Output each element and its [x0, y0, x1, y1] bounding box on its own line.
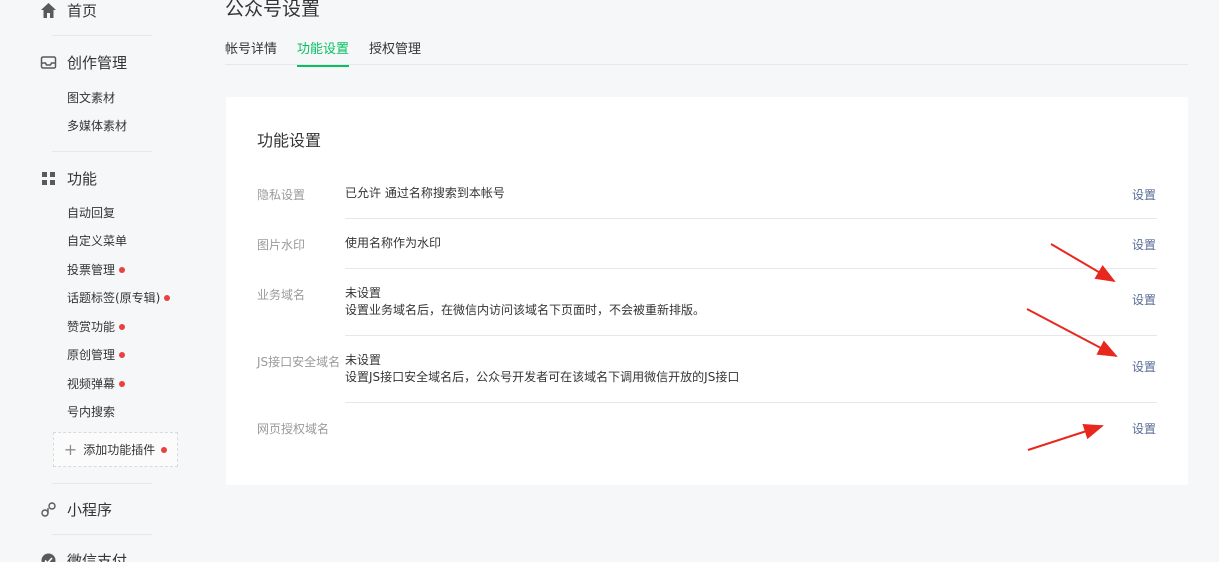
- js-domain-settings-link[interactable]: 设置: [1132, 358, 1156, 375]
- sidebar-divider: [52, 35, 152, 36]
- notification-dot: [164, 294, 171, 301]
- tab-function-settings[interactable]: 功能设置: [297, 38, 350, 67]
- notification-dot: [161, 446, 168, 453]
- notification-dot: [119, 323, 126, 330]
- card-title: 功能设置: [257, 131, 322, 150]
- nav-mini-program-label: 小程序: [67, 501, 113, 519]
- row-label-business-domain: 业务域名: [257, 288, 306, 302]
- watermark-settings-link[interactable]: 设置: [1132, 236, 1156, 253]
- row-divider: [345, 335, 1157, 336]
- tabs-divider: [225, 64, 1188, 65]
- row-divider: [345, 218, 1157, 219]
- oauth-domain-settings-link[interactable]: 设置: [1132, 420, 1156, 437]
- link-icon: [40, 501, 57, 518]
- row-label-js-domain: JS接口安全域名: [257, 355, 341, 369]
- tab-bar: 帐号详情 功能设置 授权管理: [225, 38, 421, 67]
- nav-creation-label: 创作管理: [67, 54, 128, 72]
- row-divider: [345, 402, 1157, 403]
- nav-function-label: 功能: [67, 170, 98, 188]
- row-label-oauth-domain: 网页授权域名: [257, 422, 330, 436]
- nav-home[interactable]: 首页: [40, 0, 97, 21]
- nav-wechat-pay-label: 微信支付: [67, 552, 128, 562]
- notification-dot: [119, 351, 126, 358]
- sidebar-item-label: 图文素材: [67, 91, 116, 105]
- sidebar-item-reward[interactable]: 赞赏功能: [67, 318, 126, 335]
- notification-dot: [119, 266, 126, 273]
- notification-dot: [119, 380, 126, 387]
- sidebar-item-auto-reply[interactable]: 自动回复: [67, 204, 115, 221]
- sidebar-divider: [52, 483, 152, 484]
- sidebar-divider: [52, 534, 152, 535]
- row-value-business-domain: 未设置: [345, 286, 382, 300]
- sidebar-item-label: 话题标签(原专辑): [67, 291, 161, 305]
- sidebar-divider: [52, 151, 152, 152]
- sidebar-item-vote[interactable]: 投票管理: [67, 261, 126, 278]
- business-domain-settings-link[interactable]: 设置: [1132, 291, 1156, 308]
- grid-icon: [40, 170, 57, 187]
- row-desc-js-domain: 设置JS接口安全域名后，公众号开发者可在该域名下调用微信开放的JS接口: [345, 370, 740, 384]
- add-plugin-label: 添加功能插件: [83, 443, 156, 457]
- sidebar-item-search[interactable]: 号内搜索: [67, 403, 115, 420]
- page-title: 公众号设置: [225, 0, 321, 20]
- sidebar-item-label: 号内搜索: [67, 405, 116, 419]
- sidebar-item-label: 自定义菜单: [67, 234, 128, 248]
- function-settings-card: 功能设置 隐私设置 已允许 通过名称搜索到本帐号 设置 图片水印 使用名称作为水…: [226, 97, 1188, 485]
- sidebar-item-label: 多媒体素材: [67, 119, 128, 133]
- nav-creation[interactable]: 创作管理: [40, 52, 127, 73]
- tab-authorization[interactable]: 授权管理: [369, 38, 421, 67]
- sidebar: 首页 创作管理 图文素材 多媒体素材 功能 自动回复 自定义菜单 投票管理 话题…: [0, 0, 200, 562]
- sidebar-item-images[interactable]: 图文素材: [67, 89, 115, 106]
- privacy-settings-link[interactable]: 设置: [1132, 186, 1156, 203]
- nav-function[interactable]: 功能: [40, 168, 97, 189]
- sidebar-item-label: 原创管理: [67, 348, 116, 362]
- sidebar-item-label: 自动回复: [67, 206, 116, 220]
- sidebar-item-label: 视频弹幕: [67, 377, 116, 391]
- sidebar-item-label: 投票管理: [67, 263, 116, 277]
- sidebar-item-media[interactable]: 多媒体素材: [67, 117, 127, 134]
- add-plugin-button[interactable]: + 添加功能插件: [53, 432, 178, 467]
- row-divider: [345, 268, 1157, 269]
- nav-home-label: 首页: [67, 2, 98, 20]
- sidebar-item-original[interactable]: 原创管理: [67, 346, 126, 363]
- tab-account-details[interactable]: 帐号详情: [225, 38, 277, 67]
- plus-icon: +: [63, 439, 78, 459]
- row-desc-business-domain: 设置业务域名后，在微信内访问该域名下页面时，不会被重新排版。: [345, 303, 706, 317]
- pay-icon: [40, 552, 57, 562]
- sidebar-item-topic-tag[interactable]: 话题标签(原专辑): [67, 289, 171, 306]
- sidebar-item-danmaku[interactable]: 视频弹幕: [67, 375, 126, 392]
- home-icon: [40, 2, 57, 19]
- sidebar-item-label: 赞赏功能: [67, 320, 116, 334]
- row-value-watermark: 使用名称作为水印: [345, 236, 442, 250]
- row-value-js-domain: 未设置: [345, 353, 382, 367]
- row-label-privacy: 隐私设置: [257, 188, 306, 202]
- nav-wechat-pay[interactable]: 微信支付: [40, 550, 127, 562]
- sidebar-item-custom-menu[interactable]: 自定义菜单: [67, 232, 127, 249]
- inbox-icon: [40, 54, 57, 71]
- row-value-privacy: 已允许 通过名称搜索到本帐号: [345, 186, 505, 200]
- nav-mini-program[interactable]: 小程序: [40, 499, 112, 520]
- row-label-watermark: 图片水印: [257, 238, 306, 252]
